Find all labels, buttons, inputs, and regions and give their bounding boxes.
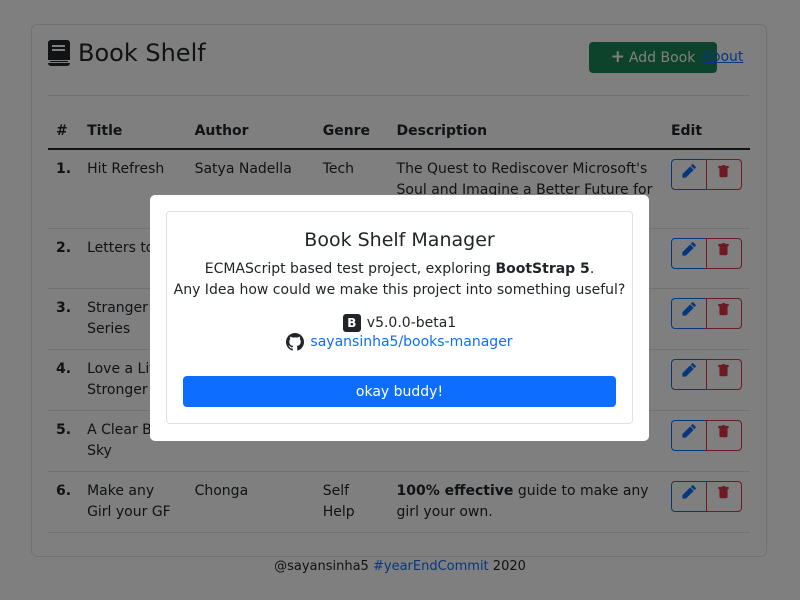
modal-line2: Any Idea how could we make this project … [173, 282, 626, 298]
github-icon [286, 333, 305, 351]
about-modal: Book Shelf Manager ECMAScript based test… [150, 195, 649, 441]
modal-body: Book Shelf Manager ECMAScript based test… [166, 211, 633, 424]
okay-button[interactable]: okay buddy! [183, 376, 616, 407]
version-line: B v5.0.0-beta1 [167, 314, 632, 332]
modal-description: ECMAScript based test project, exploring… [167, 259, 632, 301]
modal-line1-suffix: . [589, 261, 595, 277]
bootstrap-icon: B [342, 314, 361, 332]
modal-line1-bold: BootStrap 5 [495, 261, 590, 277]
repo-line: sayansinha5/books-manager [167, 333, 632, 351]
modal-line1-prefix: ECMAScript based test project, exploring [204, 261, 496, 277]
modal-title: Book Shelf Manager [304, 229, 495, 251]
repo-link[interactable]: sayansinha5/books-manager [310, 334, 512, 350]
version-text: v5.0.0-beta1 [366, 315, 457, 331]
